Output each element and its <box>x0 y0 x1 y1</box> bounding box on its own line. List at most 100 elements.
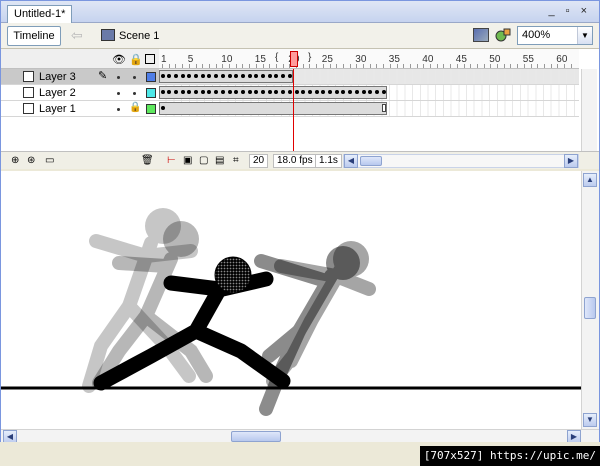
keyframe[interactable] <box>334 90 339 94</box>
keyframe[interactable] <box>374 90 379 94</box>
edit-symbol-icon[interactable] <box>494 27 512 43</box>
scroll-right-icon[interactable]: ▶ <box>564 154 578 168</box>
scroll-up-icon[interactable]: ▲ <box>583 173 597 187</box>
chevron-down-icon[interactable]: ▼ <box>577 27 592 44</box>
visible-dot[interactable] <box>117 108 120 111</box>
frame-span[interactable] <box>159 102 387 115</box>
layer-color-swatch[interactable] <box>146 88 156 98</box>
layer-name: Layer 1 <box>39 103 76 115</box>
ruler-tick <box>530 64 532 68</box>
ruler-tick <box>510 64 512 68</box>
onion-outline-icon[interactable]: ▢ <box>199 155 208 166</box>
zoom-value: 400% <box>522 29 551 41</box>
scene-icon <box>101 29 115 41</box>
keyframe[interactable] <box>247 74 252 78</box>
stage-canvas[interactable] <box>1 171 581 429</box>
lock-dot[interactable] <box>133 76 136 79</box>
keyframe[interactable] <box>227 74 232 78</box>
visible-dot[interactable] <box>117 76 120 79</box>
keyframe[interactable] <box>173 90 178 94</box>
layer-row-layer-2[interactable]: Layer 2 <box>1 85 159 101</box>
keyframe[interactable] <box>220 90 225 94</box>
edit-scene-icon[interactable] <box>473 28 489 42</box>
center-frame-icon[interactable]: ⊢ <box>167 155 176 166</box>
keyframe[interactable] <box>287 74 292 78</box>
layer-color-swatch[interactable] <box>146 104 156 114</box>
keyframe[interactable] <box>287 90 292 94</box>
scroll-left-icon[interactable]: ◀ <box>344 154 358 168</box>
keyframe[interactable] <box>200 74 205 78</box>
frame-row-layer-2[interactable] <box>159 85 579 101</box>
keyframe[interactable] <box>361 90 366 94</box>
keyframe[interactable] <box>261 90 265 94</box>
keyframe[interactable] <box>307 90 312 94</box>
onion-skin-icon[interactable]: ▣ <box>183 155 192 166</box>
window-control-buttons[interactable]: _ ▫ × <box>548 5 591 17</box>
document-tab[interactable]: Untitled-1* <box>7 5 73 23</box>
frame-ruler[interactable]: 151015202530354045505560 <box>159 49 579 69</box>
stage-vertical-thumb[interactable] <box>584 297 596 319</box>
lock-dot[interactable] <box>133 92 136 95</box>
frame-row-layer-3[interactable] <box>159 69 579 85</box>
stage-horizontal-scrollbar[interactable]: ◀ ▶ <box>1 429 599 444</box>
add-guide-icon[interactable]: ⊛ <box>27 155 35 166</box>
trash-icon[interactable]: 🗑 <box>141 155 154 166</box>
ruler-tick <box>188 64 190 68</box>
keyframe[interactable] <box>267 74 272 78</box>
scroll-thumb[interactable] <box>360 156 382 166</box>
keyframe[interactable] <box>173 74 178 78</box>
ruler-tick <box>322 64 324 68</box>
scroll-down-icon[interactable]: ▼ <box>583 413 597 427</box>
stage-horizontal-thumb[interactable] <box>231 431 281 442</box>
end-frame-marker[interactable] <box>381 104 386 112</box>
keyframe[interactable] <box>381 90 386 94</box>
keyframe[interactable] <box>354 90 359 94</box>
keyframe[interactable] <box>160 90 165 94</box>
keyframe[interactable] <box>160 106 165 110</box>
keyframe[interactable] <box>247 90 252 94</box>
lock-icon[interactable]: 🔒 <box>129 102 141 113</box>
frame-span[interactable] <box>159 70 293 83</box>
eye-icon[interactable]: 👁 <box>112 53 126 66</box>
layer-color-swatch[interactable] <box>146 72 156 82</box>
visible-dot[interactable] <box>117 92 120 95</box>
keyframe[interactable] <box>328 90 332 94</box>
layer-icon <box>23 71 34 82</box>
zoom-select[interactable]: 400% ▼ <box>517 26 593 45</box>
onion-skin-start-marker[interactable]: { <box>275 52 278 63</box>
edit-multiple-icon[interactable]: ▤ <box>215 155 224 166</box>
keyframe[interactable] <box>227 90 232 94</box>
keyframe[interactable] <box>294 90 299 94</box>
keyframe[interactable] <box>194 74 198 78</box>
layer-row-layer-3[interactable]: Layer 3 ✎ <box>1 69 159 85</box>
stage-vertical-scrollbar[interactable]: ▲ ▼ <box>581 171 599 429</box>
timeline-vertical-scrollbar[interactable] <box>581 69 597 151</box>
keyframe[interactable] <box>314 90 319 94</box>
modify-markers-icon[interactable]: ⌗ <box>233 155 239 166</box>
keyframe[interactable] <box>267 90 272 94</box>
keyframe[interactable] <box>240 90 245 94</box>
lock-icon[interactable]: 🔒 <box>129 53 143 66</box>
scene-label[interactable]: Scene 1 <box>119 30 159 42</box>
keyframe[interactable] <box>180 90 185 94</box>
timeline-toggle-button[interactable]: Timeline <box>7 26 61 46</box>
frame-row-layer-1[interactable] <box>159 101 579 117</box>
ruler-tick <box>450 64 452 68</box>
outline-icon[interactable] <box>145 54 155 64</box>
keyframe[interactable] <box>160 74 165 78</box>
playhead-handle[interactable] <box>290 51 298 67</box>
keyframe[interactable] <box>220 74 225 78</box>
keyframe[interactable] <box>194 90 198 94</box>
add-folder-icon[interactable]: ▭ <box>45 155 54 166</box>
keyframe[interactable] <box>240 74 245 78</box>
timeline-horizontal-scrollbar[interactable]: ◀ ▶ <box>343 154 579 168</box>
onion-skin-end-marker[interactable]: } <box>308 52 311 63</box>
layer-row-layer-1[interactable]: Layer 1 🔒 <box>1 101 159 117</box>
keyframe[interactable] <box>180 74 185 78</box>
frame-rate[interactable]: 18.0 fps <box>273 154 317 168</box>
keyframe[interactable] <box>261 74 265 78</box>
back-arrow-icon[interactable]: ⇦ <box>71 27 83 44</box>
keyframe[interactable] <box>200 90 205 94</box>
add-layer-icon[interactable]: ⊕ <box>11 155 19 166</box>
ruler-tick <box>550 64 552 68</box>
